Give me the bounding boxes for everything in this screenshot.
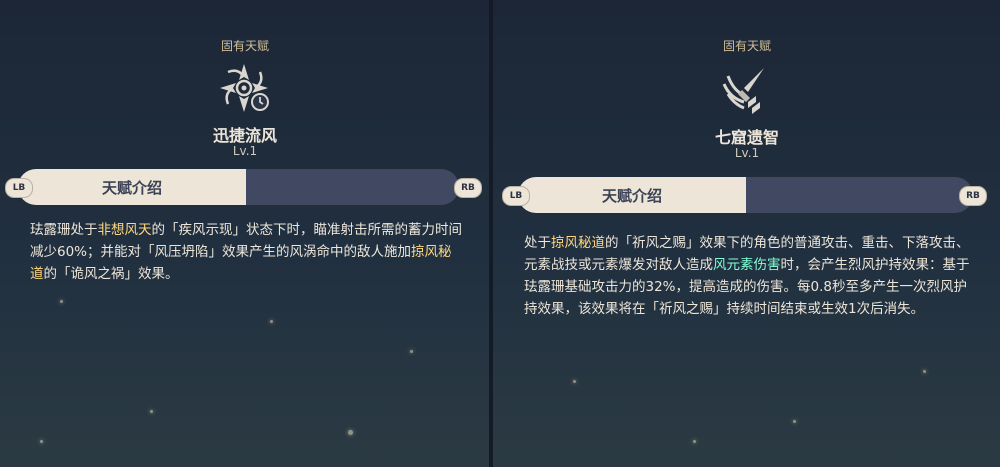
feather-arrow-emblem-icon xyxy=(718,62,774,118)
lb-button[interactable]: LB xyxy=(5,178,33,198)
sparkle-decoration xyxy=(348,430,353,435)
left-talent-panel: 固有天赋 迅捷流风 Lv.1 天赋介绍 LB RB 珐露珊处于非想风天的「疾风示… xyxy=(0,0,489,467)
talent-description: 珐露珊处于非想风天的「疾风示现」状态下时，瞄准射击所需的蓄力时间减少60%；并能… xyxy=(30,219,462,285)
tab-secondary[interactable] xyxy=(246,169,459,205)
tab-talent-description[interactable]: 天赋介绍 xyxy=(518,177,746,213)
desc-text: 的「诡风之祸」效果。 xyxy=(43,266,179,282)
tab-bar: 天赋介绍 xyxy=(18,169,459,205)
sparkle-decoration xyxy=(573,380,576,383)
tab-secondary[interactable] xyxy=(746,177,973,213)
sparkle-decoration xyxy=(150,410,153,413)
sparkle-decoration xyxy=(693,440,696,443)
talent-level: Lv.1 xyxy=(734,146,760,160)
sparkle-decoration xyxy=(793,420,796,423)
wind-compass-clock-icon xyxy=(216,60,272,116)
talent-name: 七窟遗智 xyxy=(714,128,779,147)
rb-button[interactable]: RB xyxy=(454,178,482,198)
desc-highlight: 掠风秘道 xyxy=(551,235,605,251)
sparkle-decoration xyxy=(270,320,273,323)
sparkle-decoration xyxy=(410,350,413,353)
talent-category: 固有天赋 xyxy=(722,39,771,53)
tab-bar: 天赋介绍 xyxy=(518,177,973,213)
talent-name: 迅捷流风 xyxy=(212,126,277,145)
sparkle-decoration xyxy=(923,370,926,373)
desc-highlight-anemo: 风元素伤害 xyxy=(713,257,781,273)
rb-button[interactable]: RB xyxy=(959,186,987,206)
desc-text: 处于 xyxy=(524,235,551,251)
desc-text: 珐露珊处于 xyxy=(30,222,98,238)
right-talent-panel: 固有天赋 七窟遗智 Lv.1 天赋介绍 LB RB 处于掠风秘道的「祈风之赐」效… xyxy=(493,0,1000,467)
tab-talent-description[interactable]: 天赋介绍 xyxy=(18,169,246,205)
sparkle-decoration xyxy=(60,300,63,303)
tab-label: 天赋介绍 xyxy=(601,187,662,205)
talent-level: Lv.1 xyxy=(232,144,258,158)
talent-description: 处于掠风秘道的「祈风之赐」效果下的角色的普通攻击、重击、下落攻击、元素战技或元素… xyxy=(524,232,971,320)
sparkle-decoration xyxy=(40,440,43,443)
talent-category: 固有天赋 xyxy=(220,39,269,53)
desc-highlight: 非想风天 xyxy=(97,222,152,238)
tab-label: 天赋介绍 xyxy=(101,179,162,197)
lb-button[interactable]: LB xyxy=(502,186,530,206)
